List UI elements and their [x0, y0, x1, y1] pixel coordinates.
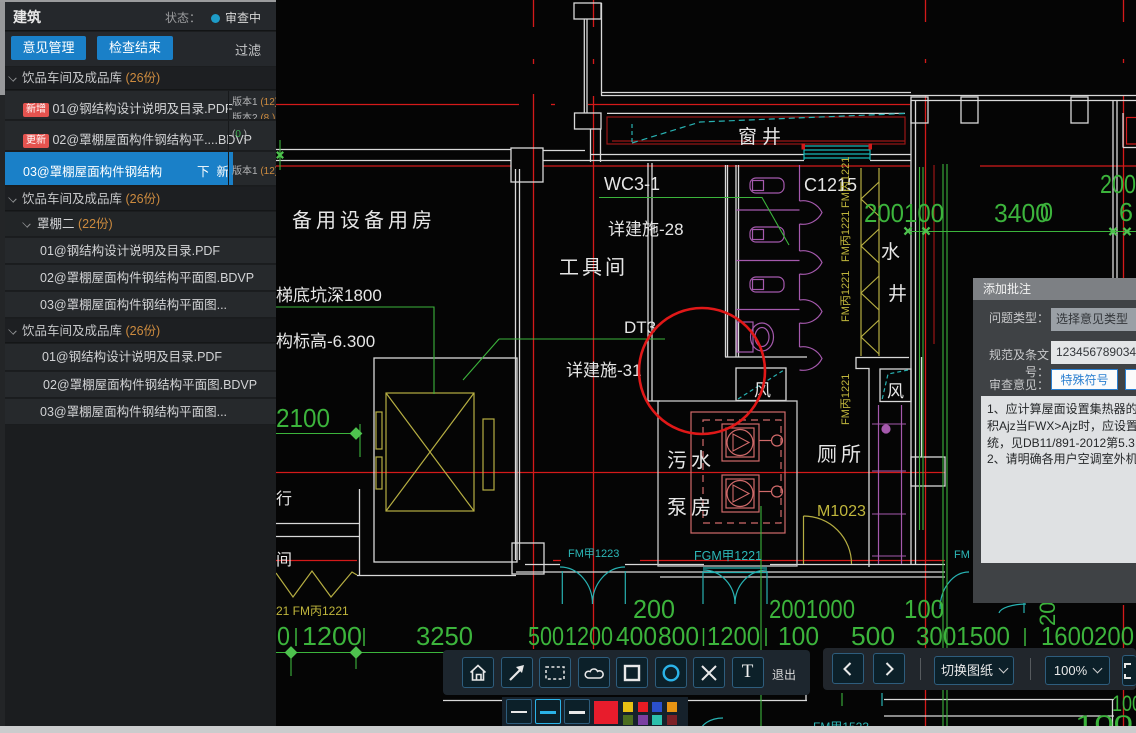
- svg-text:构标高-6.300: 构标高-6.300: [276, 332, 375, 351]
- svg-text:M1023: M1023: [817, 503, 866, 520]
- svg-text:21 FM丙1221: 21 FM丙1221: [276, 604, 349, 618]
- svg-text:水: 水: [881, 241, 900, 263]
- svg-text:行: 行: [276, 490, 292, 508]
- svg-text:污水: 污水: [667, 449, 715, 472]
- svg-text:FM丙1221: FM丙1221: [840, 211, 852, 262]
- svg-text:泵房: 泵房: [667, 496, 715, 519]
- svg-text:梯底坑深1800: 梯底坑深1800: [276, 286, 382, 305]
- svg-text:详建施-28: 详建施-28: [608, 220, 684, 239]
- svg-text:窗井: 窗井: [738, 126, 786, 148]
- svg-text:100: 100: [904, 594, 944, 624]
- svg-text:1200: 1200: [302, 621, 362, 651]
- svg-text:3001500: 3001500: [916, 621, 1010, 651]
- svg-text:100: 100: [778, 621, 819, 651]
- svg-text:0: 0: [1040, 197, 1053, 227]
- svg-text:间: 间: [276, 551, 292, 569]
- svg-text:FM丙1221: FM丙1221: [840, 271, 852, 322]
- svg-text:1200: 1200: [707, 621, 760, 651]
- svg-text:FGM甲1221: FGM甲1221: [694, 549, 762, 563]
- svg-text:井: 井: [888, 283, 907, 305]
- svg-text:3250: 3250: [416, 621, 473, 651]
- svg-text:6: 6: [1119, 197, 1133, 227]
- svg-text:FM丙1221: FM丙1221: [840, 157, 852, 208]
- svg-text:500: 500: [528, 621, 564, 651]
- svg-text:200: 200: [1100, 169, 1136, 199]
- svg-text:800: 800: [658, 621, 699, 651]
- svg-text:200: 200: [633, 594, 675, 624]
- svg-text:2001000: 2001000: [769, 594, 855, 624]
- svg-text:1200: 1200: [565, 621, 613, 651]
- svg-text:风: 风: [887, 382, 904, 401]
- svg-text:500: 500: [851, 621, 895, 651]
- svg-text:WC3-1: WC3-1: [604, 174, 660, 194]
- svg-text:0: 0: [277, 621, 290, 651]
- svg-text:FM甲1223: FM甲1223: [568, 548, 619, 560]
- svg-text:厕所: 厕所: [817, 443, 865, 466]
- svg-text:400: 400: [616, 621, 657, 651]
- svg-text:FM: FM: [954, 549, 970, 561]
- svg-text:2100: 2100: [276, 403, 330, 433]
- svg-text:200100: 200100: [864, 198, 944, 228]
- svg-text:详建施-31: 详建施-31: [566, 361, 642, 380]
- svg-text:备用设备用房: 备用设备用房: [292, 209, 436, 232]
- svg-text:工具间: 工具间: [559, 256, 628, 279]
- svg-text:FM丙1221: FM丙1221: [840, 374, 852, 425]
